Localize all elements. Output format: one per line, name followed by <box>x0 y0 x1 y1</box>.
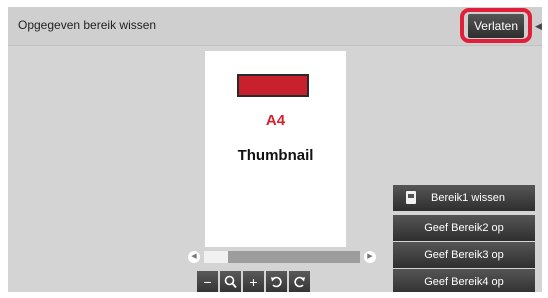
thumbnail-page: A4 Thumbnail <box>205 51 346 247</box>
clear-range1-button[interactable]: Bereik1 wissen <box>393 185 535 211</box>
scroll-track[interactable] <box>204 251 360 263</box>
zoom-out-button[interactable]: − <box>197 271 218 292</box>
preview-toolbar: − + <box>197 271 310 292</box>
thumbnail-label: Thumbnail <box>237 147 314 164</box>
set-range4-button[interactable]: Geef Bereik4 op <box>393 269 535 292</box>
paper-size-label: A4 <box>265 112 286 129</box>
rotate-right-button[interactable] <box>289 271 310 292</box>
set-range3-label: Geef Bereik3 op <box>424 249 504 261</box>
rotate-left-button[interactable] <box>266 271 287 292</box>
set-range2-label: Geef Bereik2 op <box>424 222 504 234</box>
horizontal-scrollbar[interactable]: ◀ ▶ <box>188 250 376 264</box>
zoom-in-button[interactable]: + <box>243 271 264 292</box>
rotate-right-icon <box>294 276 305 288</box>
magnifier-button[interactable] <box>220 271 241 292</box>
exit-button[interactable]: Verlaten <box>468 14 524 38</box>
set-range3-button[interactable]: Geef Bereik3 op <box>393 242 535 268</box>
set-range4-label: Geef Bereik4 op <box>424 276 504 288</box>
page-title: Opgegeven bereik wissen <box>18 18 157 32</box>
title-bar: Opgegeven bereik wissen Verlaten ◀ <box>8 7 542 46</box>
rotate-left-icon <box>271 276 282 288</box>
document-icon <box>406 191 416 204</box>
scroll-right-icon[interactable]: ▶ <box>364 251 376 263</box>
scroll-left-icon[interactable]: ◀ <box>188 251 200 263</box>
side-panel-tab-icon[interactable]: ◀ <box>535 21 542 33</box>
magnifier-icon <box>224 275 237 289</box>
scroll-thumb[interactable] <box>204 251 228 263</box>
set-range2-button[interactable]: Geef Bereik2 op <box>393 215 535 241</box>
range-rectangle <box>237 74 309 97</box>
app-screen: Opgegeven bereik wissen Verlaten ◀ A4 Th… <box>8 7 542 292</box>
